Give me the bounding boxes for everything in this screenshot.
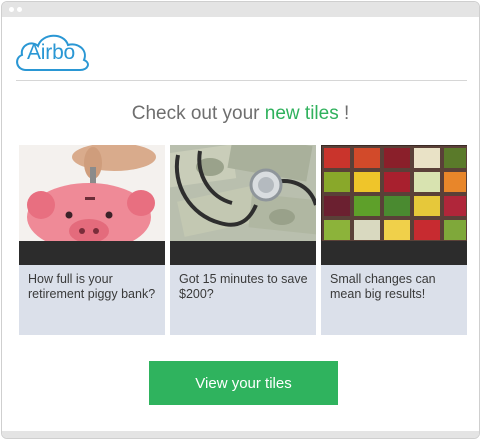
headline-prefix: Check out your bbox=[131, 103, 265, 124]
window-titlebar bbox=[2, 2, 479, 17]
piggy-bank-image bbox=[19, 145, 165, 241]
window-dot-icon bbox=[17, 7, 22, 12]
produce-grid-image bbox=[321, 145, 467, 241]
headline-highlight: new tiles bbox=[264, 103, 339, 124]
email-window: Airbo Check out your new tiles ! How ful… bbox=[1, 1, 480, 439]
logo-text: Airbo bbox=[27, 41, 76, 64]
tile-card[interactable]: Small changes can mean big results! bbox=[321, 145, 467, 335]
tile-caption: Small changes can mean big results! bbox=[330, 272, 436, 301]
airbo-logo: Airbo bbox=[12, 28, 92, 76]
stethoscope-money-image bbox=[170, 145, 316, 241]
headline-suffix: ! bbox=[338, 103, 350, 124]
headline: Check out your new tiles ! bbox=[2, 103, 479, 125]
tile-band bbox=[170, 241, 316, 265]
tile-card[interactable]: Got 15 minutes to save $200? bbox=[170, 145, 316, 335]
window-bottombar bbox=[2, 431, 479, 438]
tile-caption: Got 15 minutes to save $200? bbox=[179, 272, 308, 301]
tile-card[interactable]: How full is your retirement piggy bank? bbox=[19, 145, 165, 335]
view-tiles-button[interactable]: View your tiles bbox=[149, 361, 338, 405]
tile-band bbox=[19, 241, 165, 265]
header-divider bbox=[16, 80, 467, 81]
tile-band bbox=[321, 241, 467, 265]
window-dot-icon bbox=[9, 7, 14, 12]
tile-caption: How full is your retirement piggy bank? bbox=[28, 272, 156, 301]
